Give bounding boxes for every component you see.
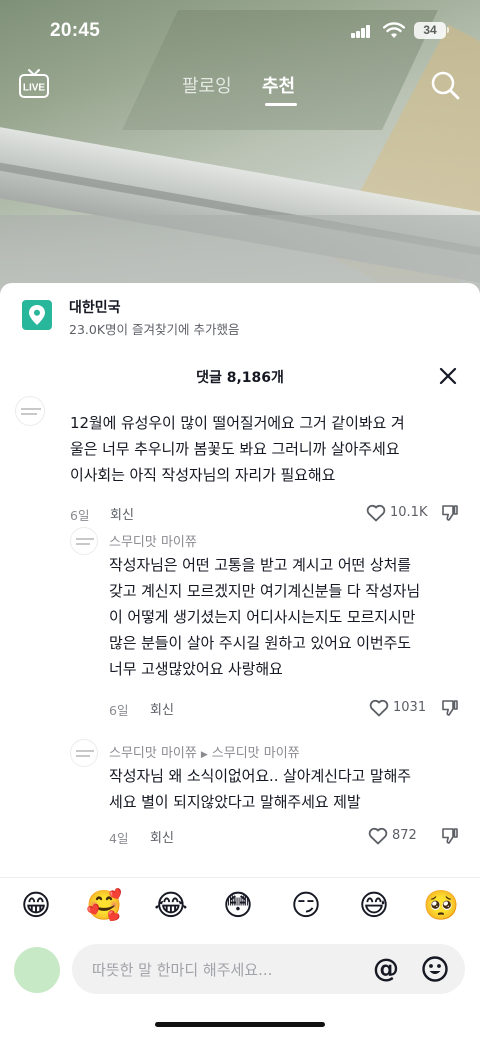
tab-following[interactable]: 팔로잉 <box>182 72 232 98</box>
thumbs-down-icon[interactable] <box>441 699 459 717</box>
thumbs-down-icon[interactable] <box>441 827 459 845</box>
avatar[interactable] <box>15 396 45 426</box>
heart-icon[interactable] <box>366 504 386 522</box>
wifi-icon <box>383 22 405 38</box>
comment-text: 작성자님은 어떤 고통을 받고 계시고 어떤 상처를 갖고 계신지 모르겠지만 … <box>109 556 421 678</box>
live-label: LIVE <box>23 83 46 94</box>
thumbs-down-icon[interactable] <box>441 504 459 522</box>
comment-date: 4일 <box>109 831 129 846</box>
close-icon[interactable] <box>437 365 459 387</box>
search-icon[interactable] <box>430 70 460 100</box>
live-icon[interactable]: LIVE <box>18 68 50 100</box>
emoji-bar-divider <box>0 877 480 878</box>
comment-sheet: 대한민국 23.0K명이 즐겨찾기에 추가했음 댓글 8,186개 12월에 유… <box>0 283 480 1039</box>
comment-text: 작성자님 왜 소식이없어요.. 살아계신다고 말해주 세요 별이 되지않았다고 … <box>109 767 412 811</box>
avatar[interactable] <box>70 527 98 555</box>
status-time: 20:45 <box>50 20 101 41</box>
cellular-signal-icon <box>351 25 371 38</box>
comments-count-title: 댓글 8,186개 <box>196 370 284 386</box>
comment-date: 6일 <box>70 508 90 523</box>
heart-icon[interactable] <box>369 699 389 717</box>
home-indicator[interactable] <box>155 1022 325 1027</box>
comment-username[interactable]: 스무디맛 마이쮸 <box>109 746 197 761</box>
grinning-emoji[interactable]: 😁 <box>18 887 54 923</box>
comment-username[interactable]: 스무디맛 마이쮸 <box>109 531 197 550</box>
emoji-icon[interactable] <box>421 955 449 983</box>
status-bar: 20:45 34 <box>0 0 480 60</box>
tab-recommend[interactable]: 추천 <box>262 72 295 98</box>
location-subtitle: 23.0K명이 즐겨찾기에 추가했음 <box>69 322 240 337</box>
heart-icon[interactable] <box>368 827 388 845</box>
tears-of-joy-emoji[interactable]: 😂 <box>153 887 189 923</box>
sweat-smile-emoji[interactable]: 😅 <box>356 887 392 923</box>
avatar[interactable] <box>70 739 98 767</box>
battery-tip <box>447 27 449 33</box>
location-title: 대한민국 <box>69 300 121 316</box>
emoji-quick-bar: 😁 🥰 😂 😳 😏 😅 🥺 <box>0 887 480 933</box>
reply-button[interactable]: 회신 <box>110 504 134 523</box>
smirk-emoji[interactable]: 😏 <box>288 887 324 923</box>
battery-icon: 34 <box>414 22 446 39</box>
comment-input[interactable]: 따뜻한 말 한마디 해주세요... @ <box>72 944 465 994</box>
flushed-emoji[interactable]: 😳 <box>220 887 256 923</box>
comment-username-thread[interactable]: 스무디맛 마이쮸 ▶ 스무디맛 마이쮸 <box>109 742 300 761</box>
comment-text: 12월에 유성우이 많이 떨어질거에요 그거 같이봐요 겨 울은 너무 추우니까… <box>70 414 405 484</box>
smiling-hearts-emoji[interactable]: 🥰 <box>86 887 122 923</box>
reply-to-username[interactable]: 스무디맛 마이쮸 <box>212 746 300 761</box>
avatar[interactable] <box>14 947 60 993</box>
comment-date: 6일 <box>109 703 129 718</box>
location-banner[interactable]: 대한민국 23.0K명이 즐겨찾기에 추가했음 <box>0 283 480 345</box>
mention-icon[interactable]: @ <box>372 955 400 983</box>
reply-button[interactable]: 회신 <box>150 699 174 718</box>
location-pin-icon <box>22 300 52 330</box>
pleading-emoji[interactable]: 🥺 <box>423 887 459 923</box>
comment-list[interactable]: 12월에 유성우이 많이 떨어질거에요 그거 같이봐요 겨 울은 너무 추우니까… <box>0 390 480 878</box>
comment-input-placeholder[interactable]: 따뜻한 말 한마디 해주세요... <box>92 959 272 980</box>
like-count: 872 <box>392 828 417 843</box>
like-count: 10.1K <box>390 505 428 520</box>
reply-button[interactable]: 회신 <box>150 827 174 846</box>
active-tab-indicator <box>265 103 297 106</box>
reply-arrow-icon: ▶ <box>200 750 208 760</box>
like-count: 1031 <box>393 700 427 715</box>
